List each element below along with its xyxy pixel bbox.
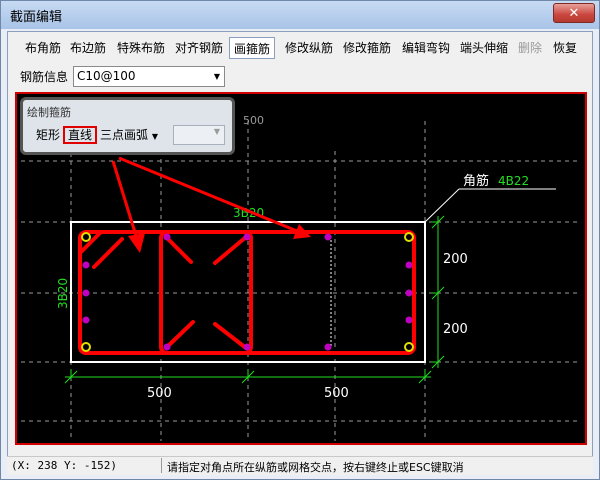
status-message: 请指定对角点所在纵筋或网格交点，按右键终止或ESC键取消 — [167, 461, 464, 474]
dim-bottom-left: 500 — [147, 386, 172, 401]
annotation-arrow — [111, 160, 139, 240]
corner-bar-label: 角筋 — [463, 173, 489, 189]
edge-bar — [405, 316, 413, 324]
tie-line — [213, 322, 248, 350]
arc-label: 三点画弧 — [100, 128, 149, 142]
edge-bar — [324, 343, 332, 351]
dim-right-bottom: 200 — [443, 322, 468, 337]
edge-bar — [243, 233, 251, 241]
draw-stirrup-palette: 绘制箍筋 矩形 直线 三点画弧 ▼ ▼ — [20, 97, 235, 155]
three-point-arc-button[interactable]: 三点画弧 ▼ — [97, 126, 161, 144]
palette-option-select: ▼ — [173, 125, 225, 145]
corner-bar — [404, 342, 414, 352]
dim-bottom-right: 500 — [324, 386, 349, 401]
status-separator — [161, 458, 162, 473]
tie-line — [164, 235, 193, 264]
palette-buttons: 矩形 直线 三点画弧 ▼ ▼ — [27, 122, 227, 148]
chevron-down-icon: ▼ — [213, 127, 220, 136]
palette-title: 绘制箍筋 — [27, 106, 71, 119]
edge-bar — [82, 316, 90, 324]
corner-leader-line — [424, 188, 460, 223]
status-bar: (X: 238 Y: -152) 请指定对角点所在纵筋或网格交点，按右键终止或E… — [7, 456, 593, 475]
edge-bar — [163, 343, 171, 351]
tie-line — [164, 320, 195, 350]
corner-bar — [81, 342, 91, 352]
section-drawing: 500 角筋 4B22 3B20 3B20 200 200 500 500 — [21, 114, 581, 441]
dim-right-top: 200 — [443, 252, 468, 267]
edge-bar — [163, 233, 171, 241]
grid-label: 500 — [243, 114, 264, 127]
corner-bar-value: 4B22 — [498, 174, 529, 188]
edge-bar — [82, 289, 90, 297]
tie-line — [213, 235, 248, 265]
line-button[interactable]: 直线 — [63, 126, 98, 144]
hook-line — [92, 237, 124, 269]
corner-bar — [81, 232, 91, 242]
annotation-arrows — [111, 156, 311, 253]
side-bar-label: 3B20 — [56, 278, 70, 309]
arrow-head-icon — [128, 233, 145, 253]
corner-bar — [404, 232, 414, 242]
edge-bar — [405, 289, 413, 297]
edge-bar — [243, 343, 251, 351]
edge-bar — [405, 261, 413, 269]
cursor-coordinates: (X: 238 Y: -152) — [11, 459, 117, 472]
rect-button[interactable]: 矩形 — [33, 126, 63, 144]
edge-bar — [82, 261, 90, 269]
section-editor-window: 截面编辑 ✕ 布角筋 布边筋 特殊布筋 对齐钢筋 画箍筋 修改纵筋 修改箍筋 编… — [0, 0, 600, 480]
edge-bar — [324, 233, 332, 241]
caret-down-icon: ▼ — [151, 132, 158, 141]
grid-lines — [21, 121, 581, 441]
annotation-arrow — [118, 156, 298, 233]
